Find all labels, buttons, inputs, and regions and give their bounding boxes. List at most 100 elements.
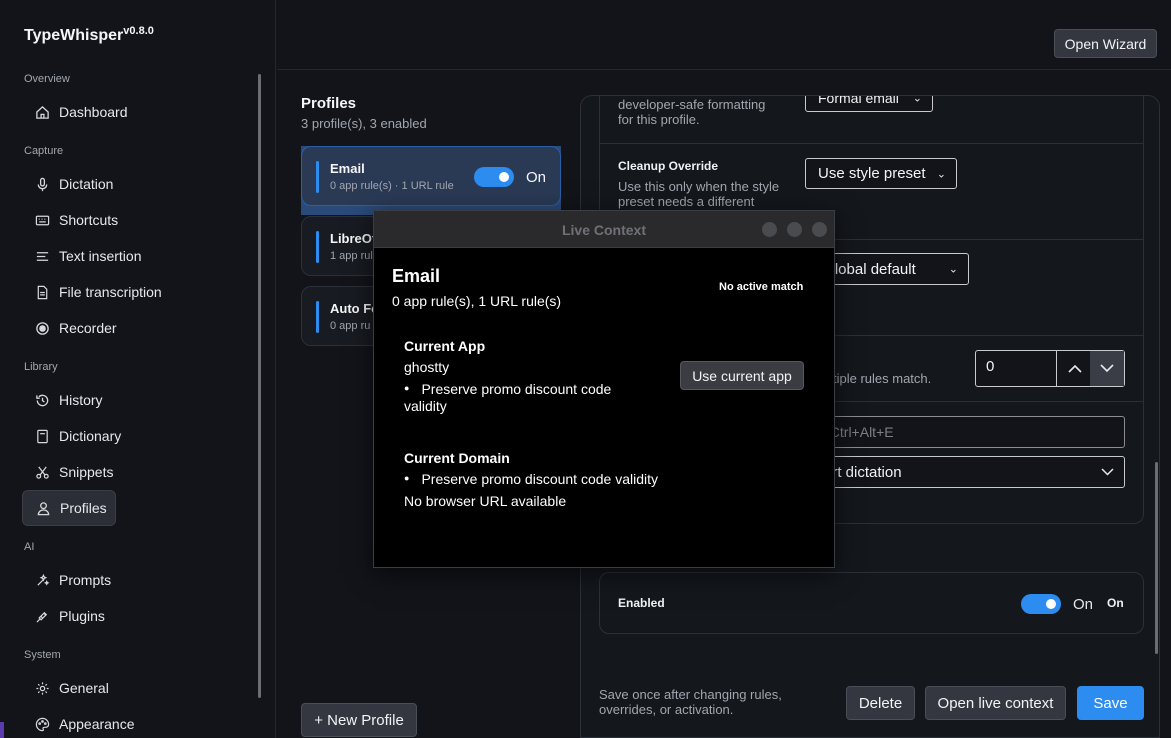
sidebar-item-appearance[interactable]: Appearance <box>24 708 254 738</box>
window-edge-accent <box>0 722 4 738</box>
style-preset-select[interactable]: Formal email ⌄ <box>805 95 933 112</box>
sparkle-icon <box>34 572 50 588</box>
domain-match-item: ● Preserve promo discount code validity <box>404 471 658 487</box>
match-status: No active match <box>719 281 804 293</box>
app-brand: TypeWhisperv0.8.0 <box>24 25 154 44</box>
section-capture: Capture <box>24 145 64 157</box>
sidebar-item-history[interactable]: History <box>24 384 254 416</box>
new-profile-button[interactable]: + New Profile <box>301 703 417 737</box>
sidebar-item-dashboard[interactable]: Dashboard <box>24 96 254 128</box>
gear-icon <box>34 680 50 696</box>
record-icon <box>34 320 50 336</box>
increment-button[interactable] <box>1058 351 1091 386</box>
decrement-button[interactable] <box>1090 351 1124 386</box>
close-button[interactable] <box>812 222 827 237</box>
sidebar: TypeWhisperv0.8.0 Overview Dashboard Cap… <box>0 0 276 738</box>
divider <box>599 143 1144 144</box>
section-ai: AI <box>24 541 35 553</box>
sidebar-item-shortcuts[interactable]: Shortcuts <box>24 204 254 236</box>
sidebar-item-label: Plugins <box>59 608 105 624</box>
profile-accent-bar <box>316 231 319 263</box>
sidebar-item-label: Prompts <box>59 572 112 588</box>
sidebar-item-label: Dashboard <box>59 104 128 120</box>
sidebar-item-dictionary[interactable]: Dictionary <box>24 420 254 452</box>
sidebar-item-recorder[interactable]: Recorder <box>24 312 254 344</box>
sidebar-item-label: Snippets <box>59 464 114 480</box>
hotkey-action-select[interactable]: art dictation <box>805 456 1125 488</box>
window-titlebar[interactable]: Live Context <box>374 211 834 248</box>
priority-description: tiple rules match. <box>833 371 932 386</box>
open-wizard-button[interactable]: Open Wizard <box>1054 29 1157 58</box>
app-match-item: ● Preserve promo discount code validity <box>404 381 612 414</box>
priority-stepper[interactable]: 0 <box>975 350 1125 387</box>
file-icon <box>34 284 50 300</box>
enabled-toggle[interactable] <box>1021 594 1061 614</box>
user-icon <box>35 500 51 516</box>
profile-accent-bar <box>316 301 319 333</box>
sidebar-item-text-insertion[interactable]: Text insertion <box>24 240 254 272</box>
profile-card-email[interactable]: Email 0 app rule(s) · 1 URL rule On <box>301 146 561 206</box>
chevron-down-icon: ⌄ <box>948 263 958 276</box>
profile-desc: 0 app ru <box>330 320 371 332</box>
section-library: Library <box>24 361 58 373</box>
sidebar-item-file-transcription[interactable]: File transcription <box>24 276 254 308</box>
chevron-down-icon <box>1100 364 1114 373</box>
home-icon <box>34 104 50 120</box>
keyboard-icon <box>34 212 50 228</box>
maximize-button[interactable] <box>787 222 802 237</box>
sidebar-item-prompts[interactable]: Prompts <box>24 564 254 596</box>
minimize-button[interactable] <box>762 222 777 237</box>
sidebar-item-label: File transcription <box>59 284 162 300</box>
chevron-down-icon <box>1101 468 1114 476</box>
current-app-value: ghostty <box>404 359 450 375</box>
profile-enabled-toggle[interactable] <box>474 167 514 187</box>
sidebar-item-label: Recorder <box>59 320 117 336</box>
open-live-context-button[interactable]: Open live context <box>925 686 1066 720</box>
hotkey-input[interactable]: . Ctrl+Alt+E <box>805 416 1125 448</box>
enabled-label: Enabled <box>618 596 665 610</box>
sidebar-item-plugins[interactable]: Plugins <box>24 600 254 632</box>
profiles-title: Profiles <box>301 95 357 112</box>
profile-desc: 0 app rule(s) · 1 URL rule <box>330 180 454 192</box>
palette-icon <box>34 716 50 732</box>
sidebar-scrollbar[interactable] <box>258 74 261 698</box>
chevron-up-icon <box>1067 364 1082 373</box>
style-description: developer-safe formatting for this profi… <box>618 97 766 127</box>
cleanup-override-select[interactable]: Use style preset ⌄ <box>805 158 957 189</box>
history-icon <box>34 392 50 408</box>
sidebar-item-label: History <box>59 392 103 408</box>
top-bar <box>277 0 1171 70</box>
sidebar-item-profiles[interactable]: Profiles <box>22 490 116 526</box>
detail-scrollbar[interactable] <box>1155 462 1158 654</box>
profile-name: LibreOf <box>330 231 377 246</box>
chevron-down-icon: ⌄ <box>912 95 922 105</box>
cleanup-description: Use this only when the style preset need… <box>618 179 780 209</box>
delete-button[interactable]: Delete <box>846 686 915 720</box>
text-lines-icon <box>34 248 50 264</box>
scissors-icon <box>34 464 50 480</box>
enabled-state: On <box>1107 596 1124 610</box>
profiles-summary: 3 profile(s), 3 enabled <box>301 116 427 131</box>
current-domain-title: Current Domain <box>404 450 510 466</box>
profile-toggle-label: On <box>526 169 547 186</box>
use-current-app-button[interactable]: Use current app <box>680 361 804 390</box>
sidebar-item-label: Dictionary <box>59 428 122 444</box>
enabled-box: Enabled On On <box>599 572 1144 634</box>
live-context-window: Live Context Email 0 app rule(s), 1 URL … <box>373 210 835 568</box>
sidebar-item-label: Profiles <box>60 500 107 516</box>
no-url-message: No browser URL available <box>404 493 567 509</box>
sidebar-item-snippets[interactable]: Snippets <box>24 456 254 488</box>
sidebar-item-dictation[interactable]: Dictation <box>24 168 254 200</box>
cleanup-override-label: Cleanup Override <box>618 159 719 173</box>
sidebar-item-label: Dictation <box>59 176 114 192</box>
current-app-title: Current App <box>404 338 486 354</box>
sidebar-item-label: Appearance <box>59 716 135 732</box>
sidebar-item-label: Shortcuts <box>59 212 119 228</box>
section-system: System <box>24 649 61 661</box>
profile-name: Auto Fo <box>330 301 380 316</box>
live-rules-summary: 0 app rule(s), 1 URL rule(s) <box>392 293 562 309</box>
profile-desc: 1 app rul <box>330 250 373 262</box>
sidebar-item-label: General <box>59 680 109 696</box>
save-button[interactable]: Save <box>1077 686 1144 720</box>
sidebar-item-general[interactable]: General <box>24 672 254 704</box>
